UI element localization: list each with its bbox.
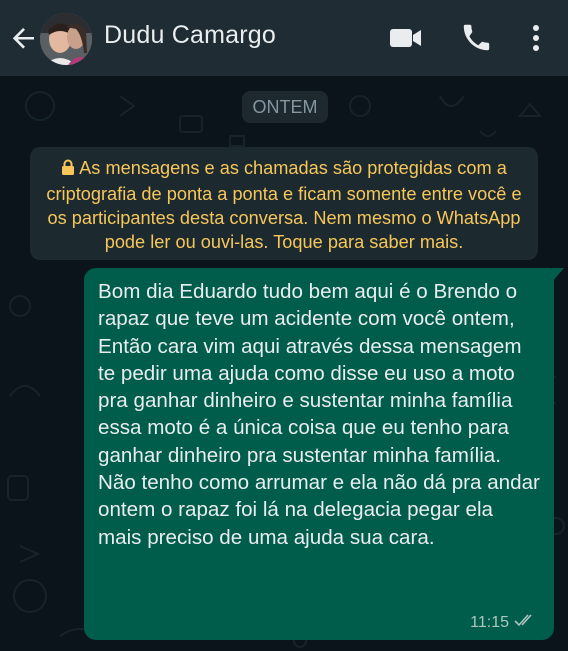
video-call-icon[interactable] [388,22,424,59]
message-text: Bom dia Eduardo tudo bem aqui é o Brendo… [98,280,540,549]
lock-icon [61,158,75,182]
encryption-notice[interactable]: As mensagens e as chamadas são protegida… [30,147,538,260]
back-arrow-icon[interactable] [8,22,40,54]
contact-name[interactable]: Dudu Camargo [104,21,276,50]
bubble-tail [552,268,564,282]
more-options-icon[interactable] [526,22,546,59]
avatar[interactable] [40,13,92,65]
date-divider: ONTEM [242,91,328,123]
double-check-icon [514,613,536,632]
message-meta: 11:15 [470,613,536,632]
outgoing-message-bubble[interactable]: Bom dia Eduardo tudo bem aqui é o Brendo… [84,268,564,640]
message-time: 11:15 [470,613,509,631]
chat-area[interactable]: ONTEM As mensagens e as chamadas são pro… [0,76,568,651]
chat-header: Dudu Camargo [0,0,568,76]
encryption-notice-text: As mensagens e as chamadas são protegida… [46,158,522,252]
phone-icon[interactable] [460,22,492,59]
